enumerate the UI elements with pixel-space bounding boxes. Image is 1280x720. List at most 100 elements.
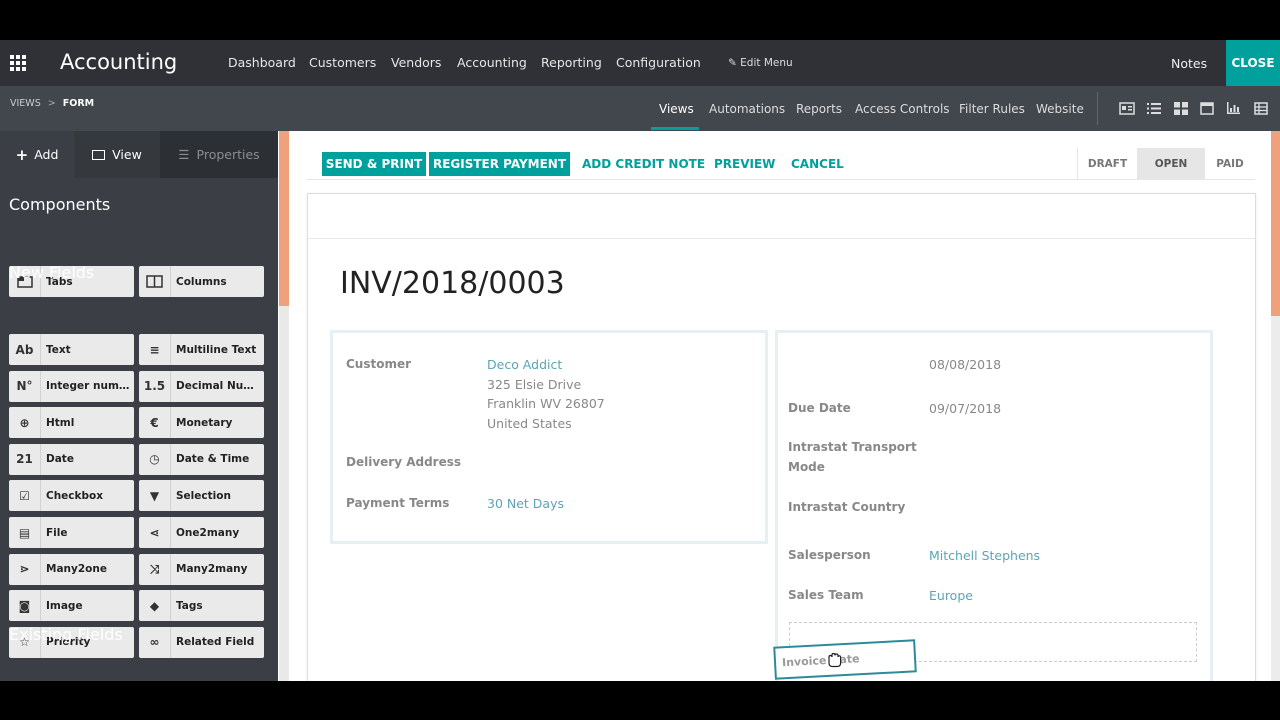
globe-icon: ⊕ xyxy=(9,407,41,439)
breadcrumb-views[interactable]: VIEWS xyxy=(10,98,41,109)
sidebar-scrollbar-thumb[interactable] xyxy=(279,131,289,306)
field-tags[interactable]: ◆ Tags xyxy=(139,590,264,622)
intrastat-mode-label-line1: Intrastat Transport xyxy=(788,440,917,454)
components-heading: Components xyxy=(9,195,111,214)
tab-views[interactable]: Views xyxy=(659,102,694,116)
notes-button[interactable]: Notes xyxy=(1171,56,1207,71)
close-studio-button[interactable]: CLOSE xyxy=(1226,40,1280,86)
field-text[interactable]: Ab Text xyxy=(9,334,134,365)
customer-address-line1: 325 Elsie Drive xyxy=(487,377,582,392)
pivot-view-icon[interactable] xyxy=(1254,102,1268,115)
field-label: Multiline Text xyxy=(176,343,257,356)
sales-team-label: Sales Team xyxy=(788,588,864,602)
sales-team-value[interactable]: Europe xyxy=(929,586,973,605)
due-date-value[interactable]: 09/07/2018 xyxy=(929,399,1001,418)
studio-subnav: VIEWS > FORM Views Automations Reports A… xyxy=(0,86,1280,131)
add-credit-note-button[interactable]: ADD CREDIT NOTE xyxy=(582,157,705,171)
left-field-group[interactable]: Customer Deco Addict 325 Elsie Drive Fra… xyxy=(330,330,768,544)
field-image[interactable]: ◙ Image xyxy=(9,590,134,622)
field-many2one[interactable]: ⋗ Many2one xyxy=(9,553,134,585)
field-checkbox[interactable]: ☑ Checkbox xyxy=(9,480,134,512)
field-monetary[interactable]: € Monetary xyxy=(139,407,264,439)
customer-name[interactable]: Deco Addict xyxy=(487,355,562,374)
customer-label: Customer xyxy=(346,357,412,371)
form-view-icon[interactable] xyxy=(1119,102,1135,115)
field-many2many[interactable]: ⤨ Many2many xyxy=(139,553,264,585)
calendar-clock-icon: ◷ xyxy=(139,443,171,475)
sidebar-tab-view[interactable]: View xyxy=(74,131,160,178)
field-date[interactable]: 21 Date xyxy=(9,443,134,475)
active-tab-indicator xyxy=(651,127,699,130)
menu-dashboard[interactable]: Dashboard xyxy=(228,55,296,70)
field-multiline-text[interactable]: ≡ Multiline Text xyxy=(139,334,264,365)
sidebar-tab-properties-label: Properties xyxy=(196,147,260,162)
menu-vendors[interactable]: Vendors xyxy=(391,55,441,70)
tab-reports[interactable]: Reports xyxy=(796,102,842,116)
field-label: Image xyxy=(46,599,83,612)
field-label: File xyxy=(46,526,68,539)
menu-customers[interactable]: Customers xyxy=(309,55,376,70)
salesperson-label: Salesperson xyxy=(788,548,871,562)
tab-access-controls[interactable]: Access Controls xyxy=(855,102,950,116)
field-one2many[interactable]: ⋖ One2many xyxy=(139,517,264,548)
customer-address-line2: Franklin WV 26807 xyxy=(487,396,605,411)
field-label: Many2many xyxy=(176,563,248,576)
calendar-icon: 21 xyxy=(9,443,41,475)
edit-menu-button[interactable]: ✎ Edit Menu xyxy=(728,57,793,69)
status-paid[interactable]: PAID xyxy=(1205,148,1255,180)
status-open[interactable]: OPEN xyxy=(1137,148,1205,180)
field-label: One2many xyxy=(176,526,240,539)
field-selection[interactable]: ▼ Selection xyxy=(139,480,264,512)
preview-button[interactable]: PREVIEW xyxy=(714,157,775,171)
invoice-date-value[interactable]: 08/08/2018 xyxy=(929,355,1001,374)
menu-reporting[interactable]: Reporting xyxy=(541,55,602,70)
list-view-icon[interactable] xyxy=(1147,102,1161,115)
grab-hand-icon xyxy=(828,652,842,668)
sidebar-scrollbar[interactable] xyxy=(279,131,289,681)
field-integer-number[interactable]: N° Integer number xyxy=(9,370,134,402)
tab-automations[interactable]: Automations xyxy=(709,102,785,116)
edit-menu-label: Edit Menu xyxy=(740,57,793,69)
delivery-address-label: Delivery Address xyxy=(346,455,462,469)
calendar-view-icon[interactable] xyxy=(1200,101,1214,115)
field-related-field[interactable]: ∞ Related Field xyxy=(139,626,264,658)
component-columns-label: Columns xyxy=(176,275,227,288)
invoice-number[interactable]: INV/2018/0003 xyxy=(340,266,565,301)
field-date-time[interactable]: ◷ Date & Time xyxy=(139,443,264,475)
field-label: Monetary xyxy=(176,416,233,429)
kanban-view-icon[interactable] xyxy=(1174,102,1188,115)
field-file[interactable]: ▤ File xyxy=(9,517,134,548)
sidebar-tab-add[interactable]: + Add xyxy=(0,131,74,178)
send-print-button[interactable]: SEND & PRINT xyxy=(322,152,426,176)
salesperson-value[interactable]: Mitchell Stephens xyxy=(929,546,1040,565)
graph-view-icon[interactable] xyxy=(1226,101,1241,115)
register-payment-button[interactable]: REGISTER PAYMENT xyxy=(429,152,570,176)
sheet-header-divider xyxy=(308,238,1255,239)
sidebar-tab-view-label: View xyxy=(112,147,142,162)
status-draft[interactable]: DRAFT xyxy=(1077,148,1137,180)
payment-terms-value[interactable]: 30 Net Days xyxy=(487,494,564,513)
sliders-icon: ☰ xyxy=(178,147,190,162)
apps-grid-icon[interactable] xyxy=(10,55,28,71)
sidebar-tab-properties[interactable]: ☰ Properties xyxy=(160,131,278,178)
field-html[interactable]: ⊕ Html xyxy=(9,407,134,439)
field-decimal-numb[interactable]: 1.5 Decimal Numb... xyxy=(139,370,264,402)
monitor-icon xyxy=(92,149,106,160)
customer-address-line3: United States xyxy=(487,416,572,431)
field-label: Date & Time xyxy=(176,453,250,466)
main-scrollbar-thumb[interactable] xyxy=(1271,131,1280,316)
menu-configuration[interactable]: Configuration xyxy=(616,55,701,70)
caret-down-icon: ▼ xyxy=(139,480,171,512)
menu-accounting[interactable]: Accounting xyxy=(457,55,527,70)
file-icon: ▤ xyxy=(9,517,41,548)
tab-filter-rules[interactable]: Filter Rules xyxy=(959,102,1025,116)
tab-website[interactable]: Website xyxy=(1036,102,1084,116)
field-label: Decimal Numb... xyxy=(176,380,262,393)
component-columns[interactable]: Columns xyxy=(139,266,264,297)
one2many-icon: ⋖ xyxy=(139,517,171,548)
main-scrollbar[interactable] xyxy=(1271,131,1280,681)
field-label: Text xyxy=(46,343,71,356)
multiline-icon: ≡ xyxy=(139,334,171,365)
cancel-button[interactable]: CANCEL xyxy=(791,157,844,171)
app-title: Accounting xyxy=(60,50,178,74)
